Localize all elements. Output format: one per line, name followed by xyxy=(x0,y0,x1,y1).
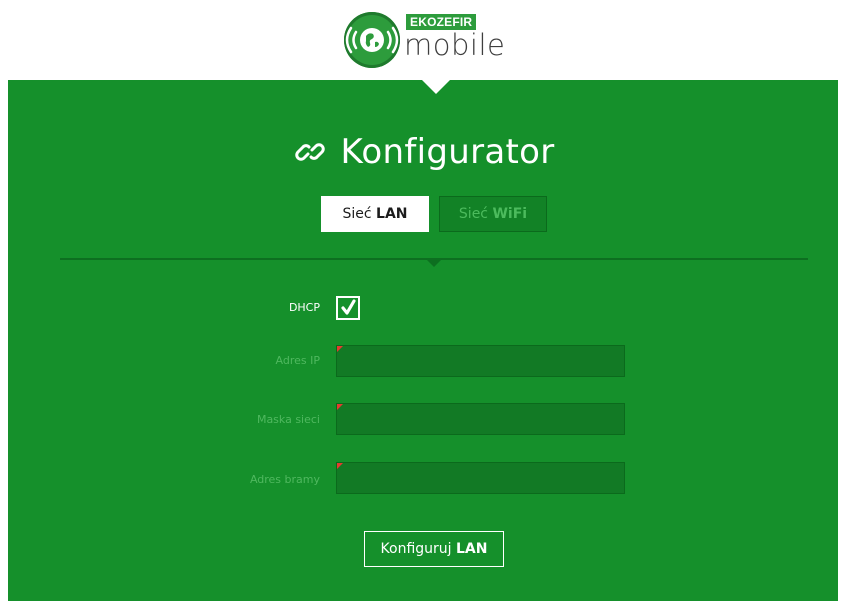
gateway-label: Adres bramy xyxy=(249,473,320,486)
tab-lan[interactable]: Sieć LAN xyxy=(321,196,429,232)
dhcp-label: DHCP xyxy=(288,301,320,314)
tab-wifi-prefix: Sieć xyxy=(458,206,489,222)
link-icon xyxy=(294,136,326,168)
checkmark-icon xyxy=(341,299,356,315)
subnet-mask-field[interactable] xyxy=(337,404,624,434)
tab-wifi[interactable]: Sieć WiFi xyxy=(439,196,547,232)
gateway-field-wrap xyxy=(336,462,625,494)
configure-lan-button-prefix: Konfiguruj xyxy=(380,541,452,557)
configure-lan-button[interactable]: Konfiguruj LAN xyxy=(364,531,504,567)
divider-pointer xyxy=(426,259,442,267)
gateway-field[interactable] xyxy=(337,463,624,493)
globe-signal-icon xyxy=(344,12,400,68)
tab-wifi-strong: WiFi xyxy=(492,206,528,222)
configure-lan-button-strong: LAN xyxy=(456,541,488,557)
tab-lan-strong: LAN xyxy=(376,206,408,222)
ekozefir-logo[interactable]: EKOZEFIR mobile xyxy=(340,8,520,68)
page-title-row: Konfigurator xyxy=(0,130,849,180)
dhcp-checkbox[interactable] xyxy=(336,296,360,320)
logo-product-text: mobile xyxy=(404,28,506,62)
tab-lan-prefix: Sieć xyxy=(342,206,372,222)
subnet-mask-label: Maska sieci xyxy=(256,413,320,426)
panel-pointer xyxy=(422,80,450,94)
ip-address-label: Adres IP xyxy=(275,354,320,367)
page-title: Konfigurator xyxy=(340,132,555,172)
header: EKOZEFIR mobile xyxy=(0,0,849,80)
ip-address-field-wrap xyxy=(336,345,625,377)
subnet-mask-field-wrap xyxy=(336,403,625,435)
ip-address-field[interactable] xyxy=(337,346,624,376)
